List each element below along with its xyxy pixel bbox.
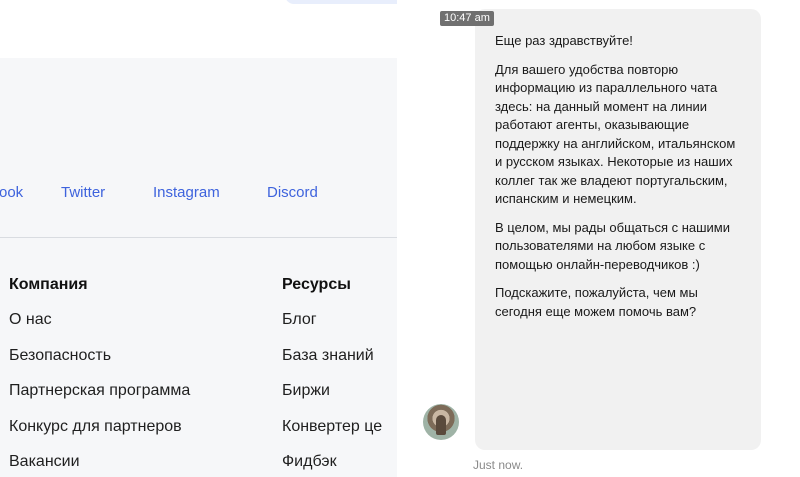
social-link-twitter[interactable]: Twitter: [61, 184, 105, 201]
avatar-figure: [436, 415, 446, 435]
footer-link-security[interactable]: Безопасность: [9, 347, 190, 383]
social-link-discord[interactable]: Discord: [267, 184, 318, 201]
agent-message-bubble: Еще раз здравствуйте! Для вашего удобств…: [475, 9, 761, 450]
message-paragraph: Еще раз здравствуйте!: [495, 33, 633, 48]
footer-link-exchanges[interactable]: Биржи: [282, 382, 382, 418]
message-paragraph: Для вашего удобства повторю информацию и…: [495, 61, 736, 207]
footer-link-feedback[interactable]: Фидбэк: [282, 453, 382, 477]
footer-link-careers[interactable]: Вакансии: [9, 453, 190, 477]
footer-column-heading: Компания: [9, 276, 88, 293]
footer-column-heading: Ресурсы: [282, 276, 351, 293]
agent-avatar-icon: [423, 404, 459, 440]
message-paragraph: Подскажите, пожалуйста, чем мы сегодня е…: [495, 285, 698, 319]
message-time-badge: 10:47 am: [440, 11, 494, 26]
message-relative-time: Just now.: [473, 458, 524, 472]
social-link-instagram[interactable]: Instagram: [153, 184, 220, 201]
footer-column-resources: Ресурсы Блог База знаний Биржи Конвертер…: [282, 276, 382, 477]
message-paragraph: В целом, мы рады общаться с нашими польз…: [495, 219, 731, 272]
footer-link-blog[interactable]: Блог: [282, 311, 382, 347]
chat-widget: Еще раз здравствуйте! Для вашего удобств…: [397, 0, 800, 477]
footer-column-company: Компания О нас Безопасность Партнерская …: [9, 276, 190, 477]
footer-link-about[interactable]: О нас: [9, 311, 190, 347]
footer-link-converter[interactable]: Конвертер це: [282, 418, 382, 454]
footer-link-knowledge-base[interactable]: База знаний: [282, 347, 382, 383]
social-link-facebook[interactable]: ook: [0, 184, 23, 201]
footer-link-partner-contest[interactable]: Конкурс для партнеров: [9, 418, 190, 454]
footer-link-partner-program[interactable]: Партнерская программа: [9, 382, 190, 418]
